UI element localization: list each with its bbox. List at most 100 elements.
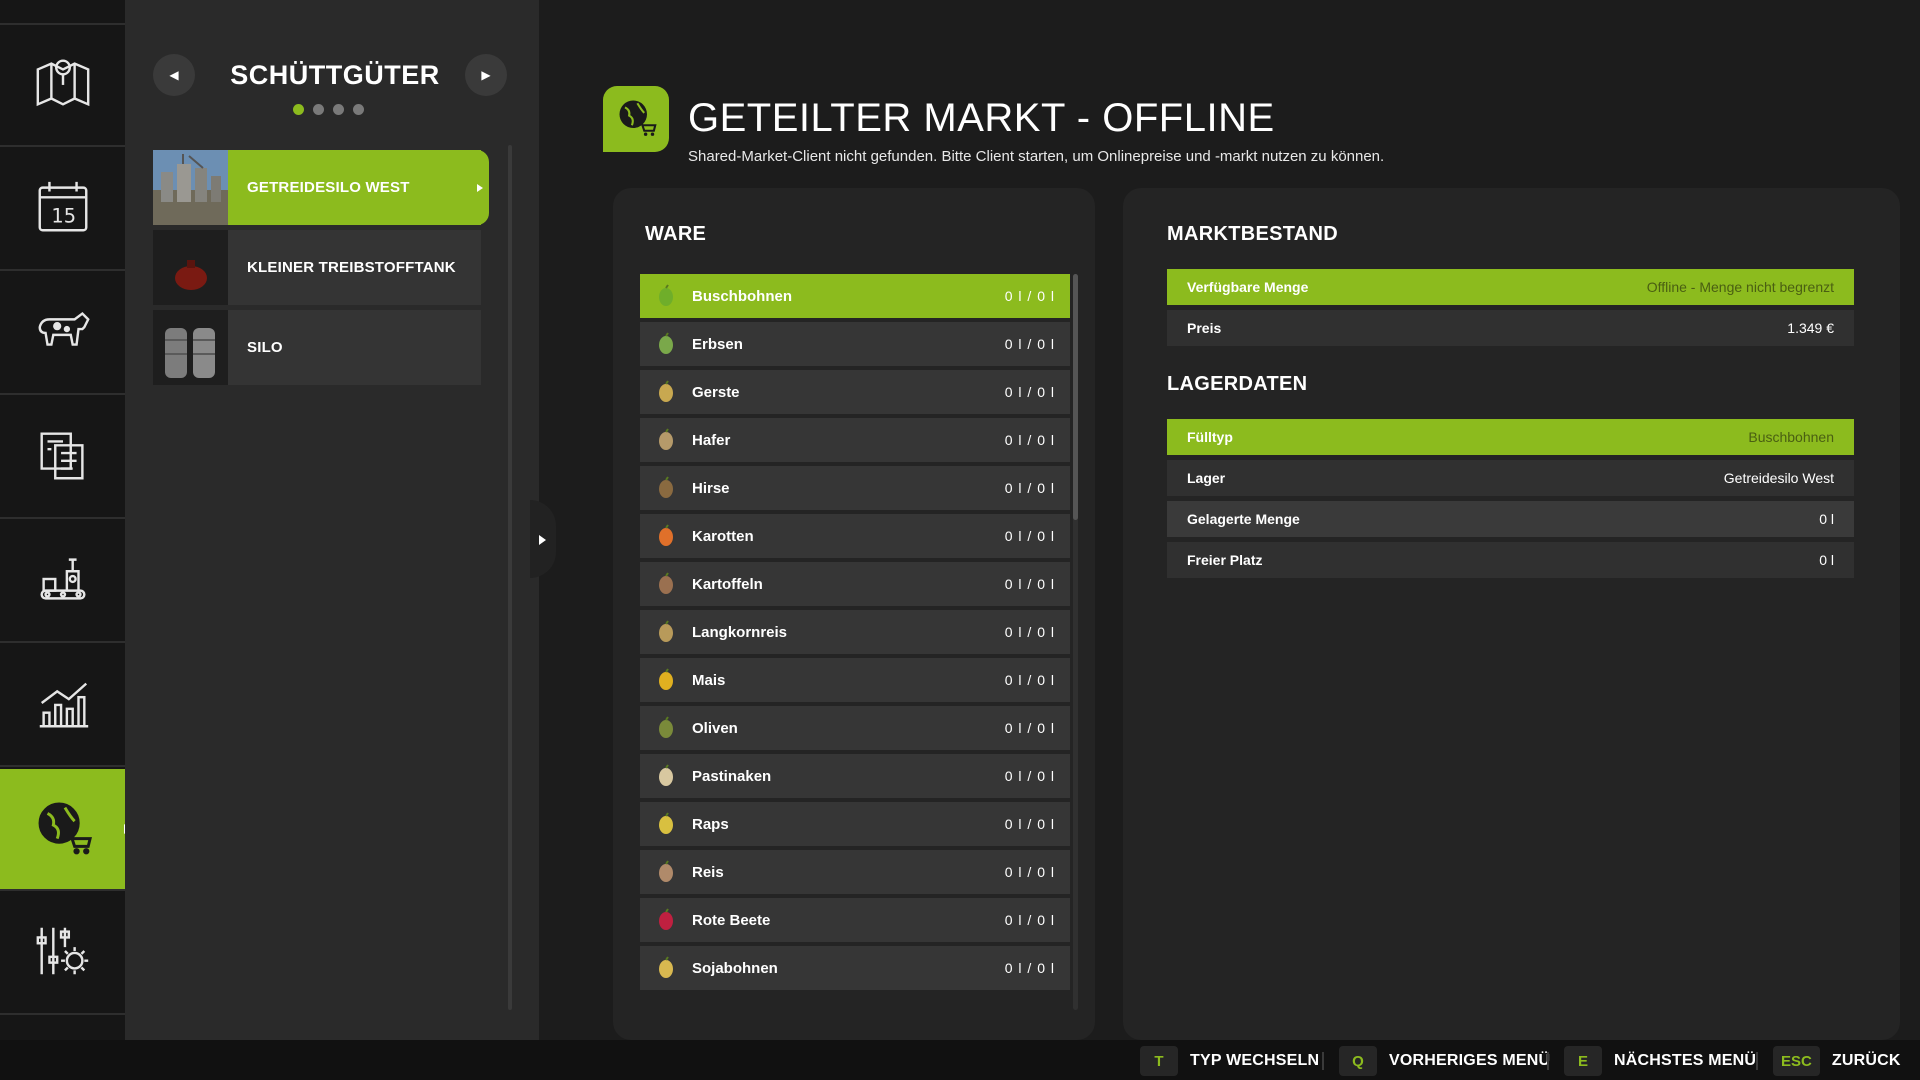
ware-row[interactable]: Mais 0 l / 0 l [640,658,1070,702]
page-dot[interactable] [333,104,344,115]
main-nav: 15 [0,0,131,1040]
ware-row[interactable]: Gerste 0 l / 0 l [640,370,1070,414]
market-row-available-amount: Verfügbare Menge Offline - Menge nicht b… [1167,269,1854,305]
storage-item-label: KLEINER TREIBSTOFFTANK [247,259,456,276]
ware-amount: 0 l / 0 l [1004,336,1055,352]
nav-item-contracts[interactable] [0,397,125,519]
ware-row[interactable]: Oliven 0 l / 0 l [640,706,1070,750]
ware-amount: 0 l / 0 l [1004,768,1055,784]
soybean-icon [653,955,679,981]
nav-item-statistics[interactable] [0,645,125,767]
ware-amount: 0 l / 0 l [1004,816,1055,832]
ware-name: Karotten [692,527,754,545]
input-hint-bar: T TYP WECHSELN Q VORHERIGES MENÜ E NÄCHS… [0,1040,1920,1080]
ware-row[interactable]: Hafer 0 l / 0 l [640,418,1070,462]
hint-label: VORHERIGES MENÜ [1389,1052,1551,1069]
prev-category-button[interactable]: ◀ [153,54,195,96]
nav-item-shared-market[interactable] [0,769,131,891]
hint-divider [1756,1052,1758,1070]
ware-row[interactable]: Kartoffeln 0 l / 0 l [640,562,1070,606]
storage-thumbnail [153,150,228,225]
selected-arrow-icon [477,183,483,192]
ware-amount: 0 l / 0 l [1004,480,1055,496]
ware-row[interactable]: Langkornreis 0 l / 0 l [640,610,1070,654]
ware-name: Langkornreis [692,623,788,641]
nav-item-production[interactable] [0,521,125,643]
hint-label: TYP WECHSELN [1190,1052,1320,1069]
hint-previous-menu[interactable]: Q VORHERIGES MENÜ [1339,1046,1550,1076]
ware-row[interactable]: Pastinaken 0 l / 0 l [640,754,1070,798]
ware-amount: 0 l / 0 l [1004,912,1055,928]
storage-item-silo[interactable]: SILO [153,310,481,385]
ware-name: Raps [692,815,729,833]
shared-market-badge [603,86,669,152]
ware-amount: 0 l / 0 l [1004,288,1055,304]
scrollbar-thumb[interactable] [1073,274,1078,520]
row-value: Offline - Menge nicht begrenzt [1646,279,1834,295]
storage-row-filltype: Fülltyp Buschbohnen [1167,419,1854,455]
nav-item-settings[interactable] [0,893,125,1015]
storage-row-storage: Lager Getreidesilo West [1167,460,1854,496]
ware-row[interactable]: Buschbohnen 0 l / 0 l [640,274,1070,318]
ware-row[interactable]: Karotten 0 l / 0 l [640,514,1070,558]
green-beans-icon [653,283,679,309]
ware-amount: 0 l / 0 l [1004,384,1055,400]
ware-amount: 0 l / 0 l [1004,720,1055,736]
market-row-price: Preis 1.349 € [1167,310,1854,346]
ware-row[interactable]: Hirse 0 l / 0 l [640,466,1070,510]
next-category-button[interactable]: ▶ [465,54,507,96]
ware-list: Buschbohnen 0 l / 0 l Erbsen 0 l / 0 l Gerst… [640,274,1070,1010]
ware-amount: 0 l / 0 l [1004,960,1055,976]
storage-item-kleiner-treibstofftank[interactable]: KLEINER TREIBSTOFFTANK [153,230,481,305]
key-badge: T [1140,1046,1178,1076]
storage-list-scrollbar[interactable] [508,145,512,1010]
page-dot[interactable] [293,104,304,115]
ware-row[interactable]: Sojabohnen 0 l / 0 l [640,946,1070,990]
nav-item-map[interactable] [0,25,125,147]
ware-name: Erbsen [692,335,743,353]
row-value: 0 l [1819,552,1834,568]
row-key: Freier Platz [1187,552,1263,568]
key-badge: E [1564,1046,1602,1076]
page-dot[interactable] [313,104,324,115]
page-dot[interactable] [353,104,364,115]
ware-heading: WARE [645,223,707,245]
hint-back[interactable]: ESC ZURÜCK [1773,1046,1901,1076]
storage-thumbnail [153,310,228,385]
ware-amount: 0 l / 0 l [1004,864,1055,880]
ware-row[interactable]: Reis 0 l / 0 l [640,850,1070,894]
canola-icon [653,811,679,837]
storage-item-label: SILO [247,339,283,356]
hint-label: NÄCHSTES MENÜ [1614,1052,1757,1069]
storage-item-getreidesilo-west[interactable]: GETREIDESILO WEST [153,150,489,225]
ware-name: Reis [692,863,724,881]
olive-icon [653,715,679,741]
barley-icon [653,379,679,405]
parsnip-icon [653,763,679,789]
settings-icon [32,920,94,987]
row-key: Gelagerte Menge [1187,511,1300,527]
hint-next-menu[interactable]: E NÄCHSTES MENÜ [1564,1046,1756,1076]
carrot-icon [653,523,679,549]
hint-switch-type[interactable]: T TYP WECHSELN [1140,1046,1319,1076]
storage-item-label: GETREIDESILO WEST [247,179,410,196]
ware-name: Pastinaken [692,767,772,785]
row-key: Verfügbare Menge [1187,279,1309,295]
ware-row[interactable]: Raps 0 l / 0 l [640,802,1070,846]
row-value: 0 l [1819,511,1834,527]
nav-item-calendar[interactable]: 15 [0,149,125,271]
collapse-panel-button[interactable] [530,500,556,578]
millet-icon [653,475,679,501]
ware-name: Mais [692,671,726,689]
nav-item-animals[interactable] [0,273,125,395]
ware-row[interactable]: Erbsen 0 l / 0 l [640,322,1070,366]
key-badge: Q [1339,1046,1377,1076]
storage-row-free-space: Freier Platz 0 l [1167,542,1854,578]
ware-name: Rote Beete [692,911,771,929]
ware-name: Hafer [692,431,731,449]
ware-list-scrollbar[interactable] [1073,274,1078,1010]
page-indicator [293,104,364,115]
shared-market-icon [32,796,94,863]
ware-row[interactable]: Rote Beete 0 l / 0 l [640,898,1070,942]
peas-icon [653,331,679,357]
